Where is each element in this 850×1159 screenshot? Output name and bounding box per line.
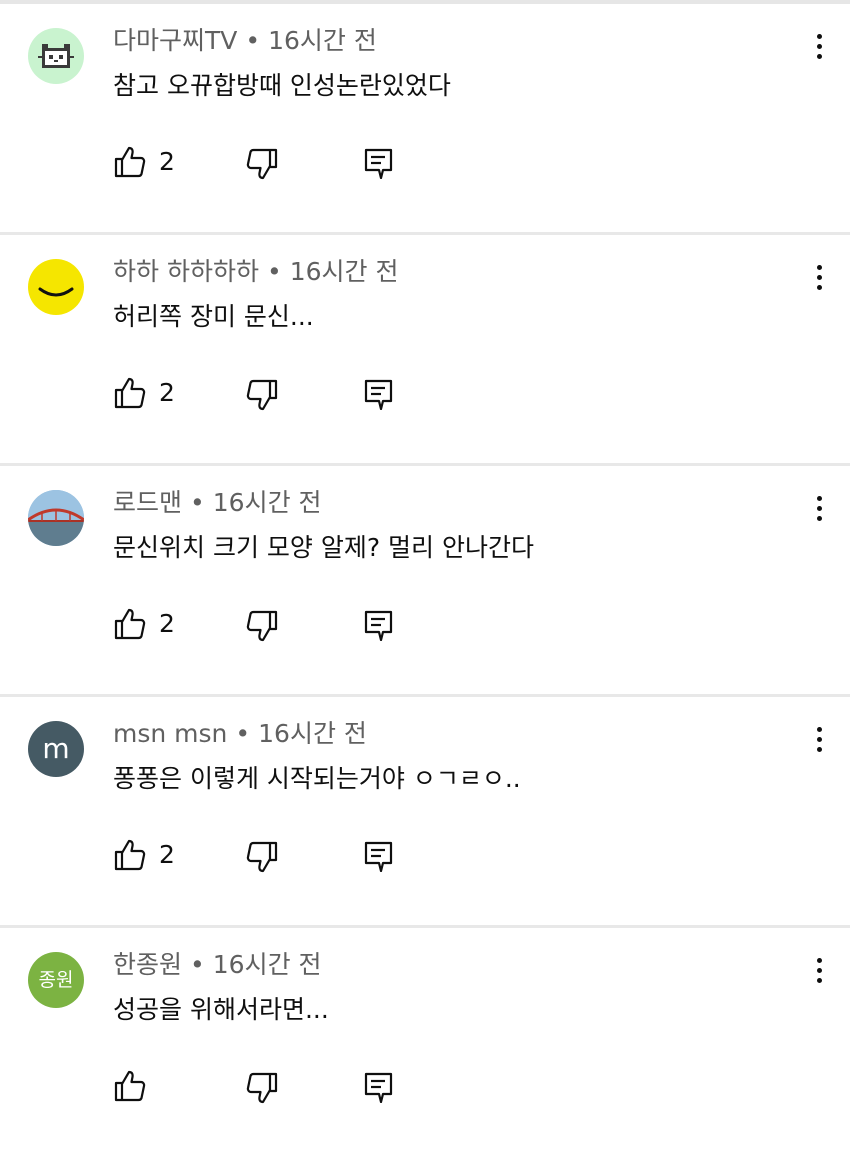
like-count: 2 — [159, 378, 175, 407]
author-name[interactable]: 다마구찌TV — [113, 26, 237, 55]
comment-actions: 2 — [113, 141, 413, 185]
like-icon[interactable] — [113, 838, 147, 872]
comment-text: 문신위치 크기 모양 알제? 멀리 안나간다 — [113, 533, 535, 562]
comment-text: 성공을 위해서라면... — [113, 995, 329, 1024]
comment-text: 퐁퐁은 이렇게 시작되는거야 ㅇㄱㄹㅇ.. — [113, 764, 521, 793]
comment-meta: 하하 하하하하 • 16시간 전 — [113, 255, 398, 289]
more-vert-icon[interactable] — [804, 257, 834, 297]
reply-icon[interactable] — [363, 609, 395, 641]
like-icon[interactable] — [113, 607, 147, 641]
comment-meta: 로드맨 • 16시간 전 — [113, 486, 322, 520]
comment-item: 다마구찌TV • 16시간 전 참고 오뀨합방때 인성논란있었다 2 — [0, 4, 850, 235]
dislike-icon[interactable] — [245, 147, 279, 181]
comment-time[interactable]: 16시간 전 — [213, 488, 322, 517]
avatar[interactable] — [28, 28, 84, 84]
comment-time[interactable]: 16시간 전 — [213, 950, 322, 979]
separator-dot: • — [266, 257, 282, 286]
like-count: 2 — [159, 840, 175, 869]
author-name[interactable]: msn msn — [113, 719, 227, 748]
comment-item: m msn msn • 16시간 전 퐁퐁은 이렇게 시작되는거야 ㅇㄱㄹㅇ.. 2 — [0, 697, 850, 928]
comment-actions: 2 — [113, 372, 413, 416]
comment-meta: msn msn • 16시간 전 — [113, 717, 367, 751]
reply-icon[interactable] — [363, 378, 395, 410]
avatar[interactable]: m — [28, 721, 84, 777]
like-count: 2 — [159, 609, 175, 638]
comment-text: 허리쪽 장미 문신... — [113, 302, 314, 331]
avatar[interactable]: 종원 — [28, 952, 84, 1008]
dislike-icon[interactable] — [245, 1071, 279, 1105]
more-vert-icon[interactable] — [804, 950, 834, 990]
separator-dot: • — [190, 488, 205, 517]
comment-item: 로드맨 • 16시간 전 문신위치 크기 모양 알제? 멀리 안나간다 2 — [0, 466, 850, 697]
comment-time[interactable]: 16시간 전 — [258, 719, 367, 748]
separator-dot: • — [235, 719, 251, 748]
separator-dot: • — [190, 950, 205, 979]
dislike-icon[interactable] — [245, 378, 279, 412]
comment-item: 종원 한종원 • 16시간 전 성공을 위해서라면... — [0, 928, 850, 1159]
comment-actions — [113, 1065, 413, 1109]
comment-actions: 2 — [113, 834, 413, 878]
reply-icon[interactable] — [363, 840, 395, 872]
bridge-photo-icon — [28, 490, 84, 546]
avatar[interactable] — [28, 259, 84, 315]
author-name[interactable]: 한종원 — [113, 950, 182, 979]
separator-dot: • — [245, 26, 261, 55]
dislike-icon[interactable] — [245, 609, 279, 643]
reply-icon[interactable] — [363, 1071, 395, 1103]
author-name[interactable]: 로드맨 — [113, 488, 182, 517]
author-name[interactable]: 하하 하하하하 — [113, 257, 259, 286]
like-icon[interactable] — [113, 376, 147, 410]
smile-icon — [38, 287, 74, 297]
dislike-icon[interactable] — [245, 840, 279, 874]
comment-meta: 다마구찌TV • 16시간 전 — [113, 24, 377, 58]
like-count: 2 — [159, 147, 175, 176]
comment-time[interactable]: 16시간 전 — [290, 257, 399, 286]
more-vert-icon[interactable] — [804, 488, 834, 528]
like-icon[interactable] — [113, 145, 147, 179]
comment-item: 하하 하하하하 • 16시간 전 허리쪽 장미 문신... 2 — [0, 235, 850, 466]
reply-icon[interactable] — [363, 147, 395, 179]
comment-actions: 2 — [113, 603, 413, 647]
comment-meta: 한종원 • 16시간 전 — [113, 948, 322, 982]
comment-time[interactable]: 16시간 전 — [268, 26, 377, 55]
avatar-letter: m — [42, 732, 70, 765]
like-icon[interactable] — [113, 1069, 147, 1103]
more-vert-icon[interactable] — [804, 719, 834, 759]
avatar[interactable] — [28, 490, 84, 546]
comment-text: 참고 오뀨합방때 인성논란있었다 — [113, 71, 451, 100]
avatar-letter: 종원 — [38, 969, 74, 991]
pixel-cat-icon — [38, 44, 74, 68]
more-vert-icon[interactable] — [804, 26, 834, 66]
